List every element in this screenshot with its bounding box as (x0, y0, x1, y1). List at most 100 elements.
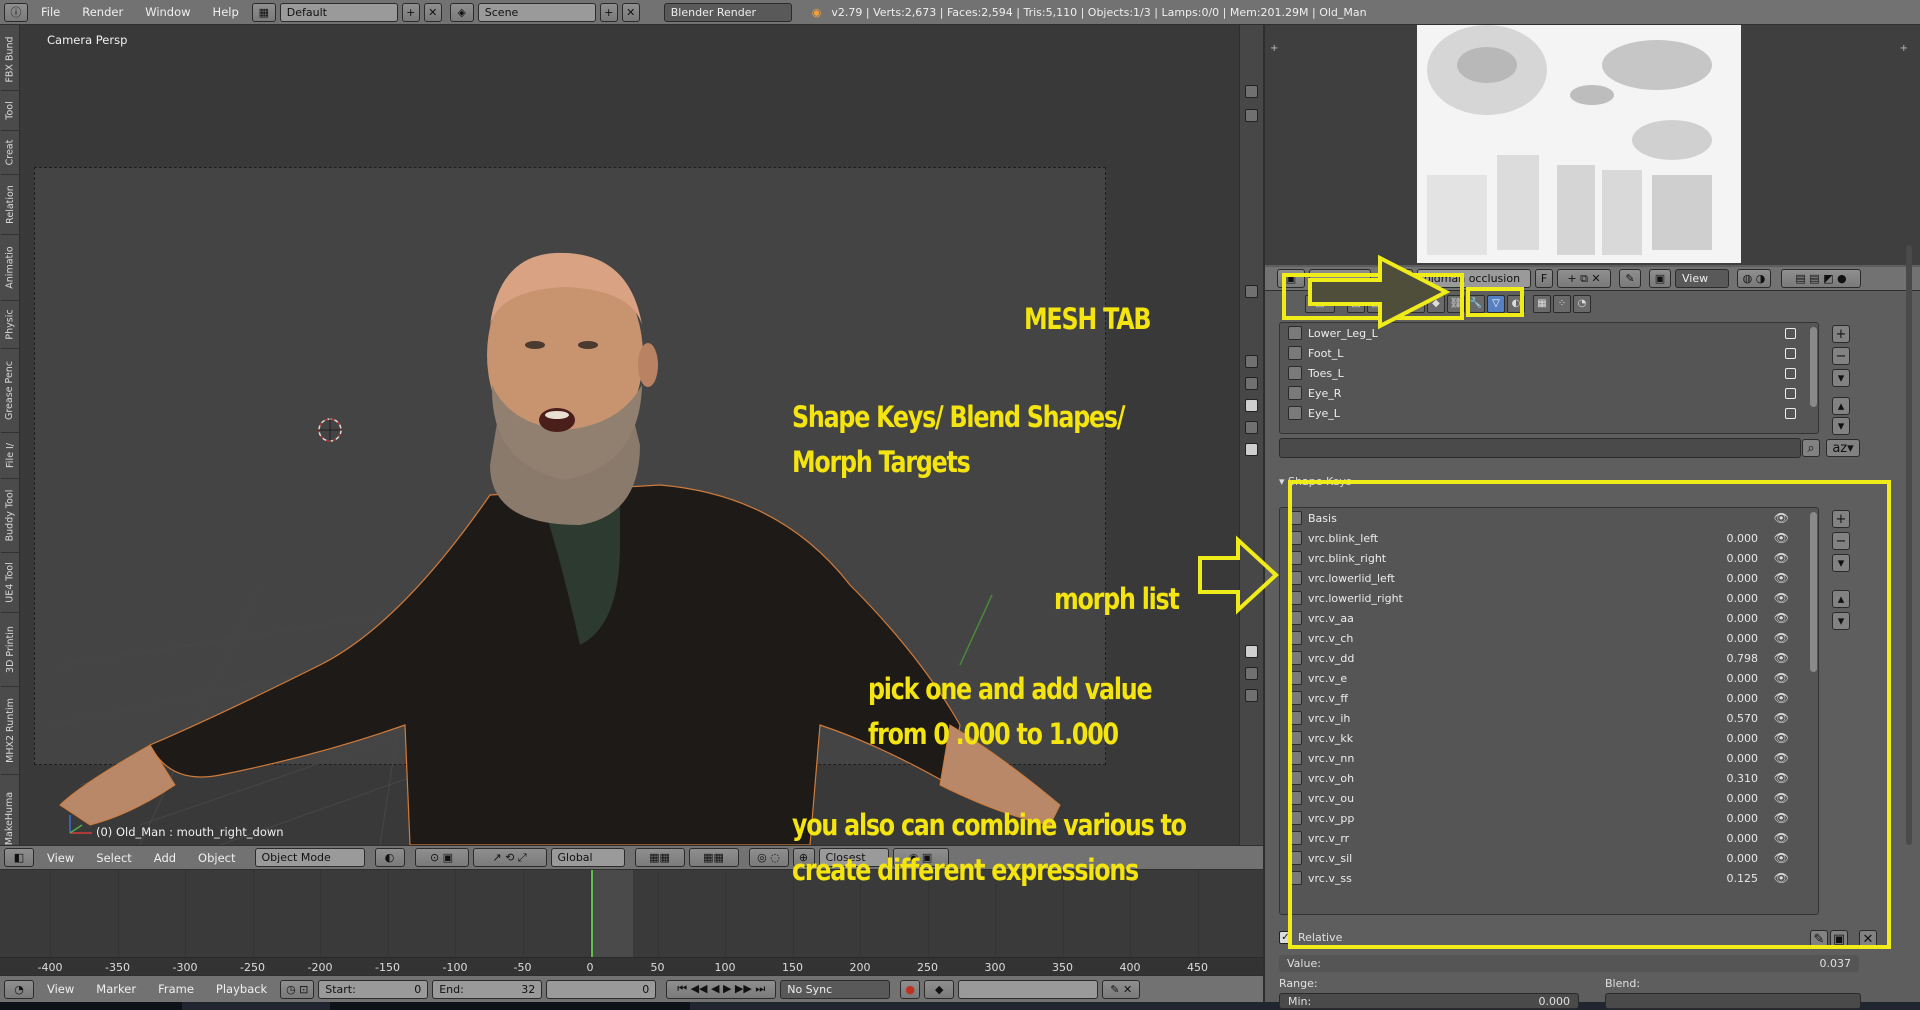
tab-relations[interactable]: Relation (1, 175, 19, 235)
fake-user-button[interactable]: F (1535, 269, 1553, 288)
layout-icon[interactable]: ▦ (251, 2, 276, 22)
list-item[interactable]: Eye_L (1280, 403, 1818, 423)
manipulator-icons[interactable]: ↗ ⟲ ⤢ (472, 848, 547, 867)
lock-icon[interactable] (1785, 407, 1796, 419)
tab-particles-icon[interactable]: ⁘ (1553, 294, 1571, 313)
scene-add-icon[interactable]: + (599, 2, 618, 22)
lock-icon[interactable] (1785, 327, 1796, 339)
list-item[interactable]: Eye_R (1280, 383, 1818, 403)
strip-checkbox[interactable] (1245, 645, 1258, 658)
shading-icon[interactable]: ◐ (374, 848, 405, 867)
list-item[interactable]: Foot_L (1280, 343, 1818, 363)
layout-add-icon[interactable]: + (401, 2, 420, 22)
menu-marker[interactable]: Marker (87, 982, 145, 996)
playback-controls[interactable]: ⏮ ◀◀ ◀ ▶ ▶▶ ⏭ (666, 979, 777, 999)
insert-delete-key-icons[interactable]: ✎ ✕ (1102, 979, 1141, 999)
lock-icon[interactable] (1785, 347, 1796, 359)
transform-orientation-select[interactable]: Global (550, 848, 625, 867)
tab-physics[interactable]: Physic (1, 301, 19, 349)
region-plus-icon[interactable]: + (1900, 43, 1908, 54)
strip-toggle-icon[interactable] (1245, 377, 1258, 390)
display-channels-icon[interactable]: ◍ ◑ (1737, 269, 1771, 288)
search-icon[interactable]: ⌕ (1802, 439, 1820, 457)
timeline-ruler[interactable]: -400 -350 -300 -250 -200 -150 -100 -50 0 50 100 150… (0, 957, 1263, 975)
region-plus-icon[interactable]: + (1270, 43, 1278, 54)
layout-field[interactable]: Default (279, 2, 398, 22)
tab-tool[interactable]: Tool (1, 91, 19, 131)
move-down-button[interactable]: ▾ (1832, 417, 1850, 435)
menu-object[interactable]: Object (189, 851, 244, 865)
menu-select[interactable]: Select (87, 851, 140, 865)
menu-render[interactable]: Render (73, 5, 132, 19)
lock-icon[interactable] (1785, 367, 1796, 379)
properties-scrollbar[interactable] (1906, 245, 1912, 845)
strip-toggle-icon[interactable] (1245, 85, 1258, 98)
mode-select[interactable]: Object Mode (254, 848, 365, 867)
move-up-button[interactable]: ▴ (1832, 397, 1850, 415)
add-vertex-group-button[interactable]: + (1832, 325, 1850, 343)
slider-min-field[interactable]: Min: 0.000 (1279, 993, 1579, 1009)
sync-mode-select[interactable]: No Sync (780, 979, 891, 999)
menu-view[interactable]: View (38, 982, 83, 996)
render-channel-icons[interactable]: ▤ ▤ ◩ ● (1781, 269, 1861, 288)
3d-viewport[interactable]: Camera Persp (0) Old_Man : mouth_right_d… (20, 25, 1263, 845)
strip-toggle-icon[interactable] (1245, 667, 1258, 680)
strip-toggle-icon[interactable] (1245, 355, 1258, 368)
scene-remove-icon[interactable]: ✕ (621, 2, 640, 22)
tab-ue4-tool[interactable]: UE4 Tool (1, 553, 19, 613)
3d-cursor-icon[interactable] (318, 418, 342, 442)
menu-window[interactable]: Window (136, 5, 199, 19)
strip-toggle-icon[interactable] (1245, 689, 1258, 702)
end-frame-field[interactable]: End: 32 (432, 979, 543, 999)
tab-fbx-bundle[interactable]: FBX Bund (1, 29, 19, 91)
tab-file-io[interactable]: File I/ (1, 433, 19, 479)
editor-type-icon[interactable]: ◔ (4, 979, 34, 999)
layers-icons[interactable]: ▦▦ (688, 848, 739, 867)
tab-3d-printing[interactable]: 3D Printin (1, 613, 19, 687)
current-frame-field[interactable]: 0 (546, 979, 657, 999)
scrollbar[interactable] (1810, 327, 1817, 407)
menu-frame[interactable]: Frame (149, 982, 203, 996)
vertex-groups-list[interactable]: Lower_Leg_L Foot_L Toes_L Eye_R Eye_L (1279, 322, 1819, 434)
strip-toggle-icon[interactable] (1245, 421, 1258, 434)
view-mode-icon[interactable]: ▣ (1649, 269, 1671, 288)
start-frame-field[interactable]: Start: 0 (318, 979, 429, 999)
pivot-snap-icons[interactable]: ⊙ ▣ (414, 848, 469, 867)
menu-view[interactable]: View (38, 851, 83, 865)
keying-set-field[interactable] (958, 979, 1099, 999)
tab-mhx2-runtime[interactable]: MHX2 Runtim (1, 687, 19, 775)
tab-grease-pencil[interactable]: Grease Penc (1, 349, 19, 433)
strip-toggle-icon[interactable] (1245, 109, 1258, 122)
scene-field[interactable]: Scene (477, 2, 596, 22)
list-item[interactable]: Lower_Leg_L (1280, 323, 1818, 343)
vertex-group-filter-input[interactable] (1279, 438, 1801, 458)
layers-icons[interactable]: ▦▦ (634, 848, 685, 867)
editor-type-icon[interactable]: ◧ (4, 848, 34, 867)
menu-playback[interactable]: Playback (207, 982, 276, 996)
proportional-edit-icon[interactable]: ◎ ◌ (748, 848, 789, 867)
menu-help[interactable]: Help (204, 5, 248, 19)
menu-add[interactable]: Add (145, 851, 185, 865)
scene-icon[interactable]: ◈ (449, 2, 474, 22)
blend-vertex-group-field[interactable] (1605, 993, 1861, 1009)
vertex-group-specials-button[interactable]: ▾ (1832, 369, 1850, 387)
shape-key-value-slider[interactable]: Value: 0.037 (1279, 955, 1859, 972)
strip-checkbox[interactable] (1245, 443, 1258, 456)
remove-vertex-group-button[interactable]: − (1832, 347, 1850, 365)
strip-toggle-icon[interactable] (1245, 285, 1258, 298)
tab-buddy-tool[interactable]: Buddy Tool (1, 479, 19, 553)
image-actions-icons[interactable]: + ⧉ ✕ (1557, 269, 1611, 288)
lock-icon[interactable] (1785, 387, 1796, 399)
layout-remove-icon[interactable]: ✕ (423, 2, 442, 22)
view-select[interactable]: View (1675, 269, 1729, 288)
editor-type-icon[interactable]: ⓘ (4, 2, 28, 22)
tab-create[interactable]: Creat (1, 131, 19, 175)
strip-checkbox[interactable] (1245, 399, 1258, 412)
tab-texture-icon[interactable]: ▦ (1533, 294, 1551, 313)
tab-physics-icon[interactable]: ◔ (1573, 294, 1591, 313)
tab-animation[interactable]: Animatio (1, 235, 19, 301)
pin-icon[interactable]: ✎ (1619, 269, 1641, 288)
uv-image-editor[interactable]: + + (1265, 25, 1920, 265)
render-engine-select[interactable]: Blender Render (663, 2, 792, 22)
record-icon[interactable]: ● (900, 979, 921, 999)
